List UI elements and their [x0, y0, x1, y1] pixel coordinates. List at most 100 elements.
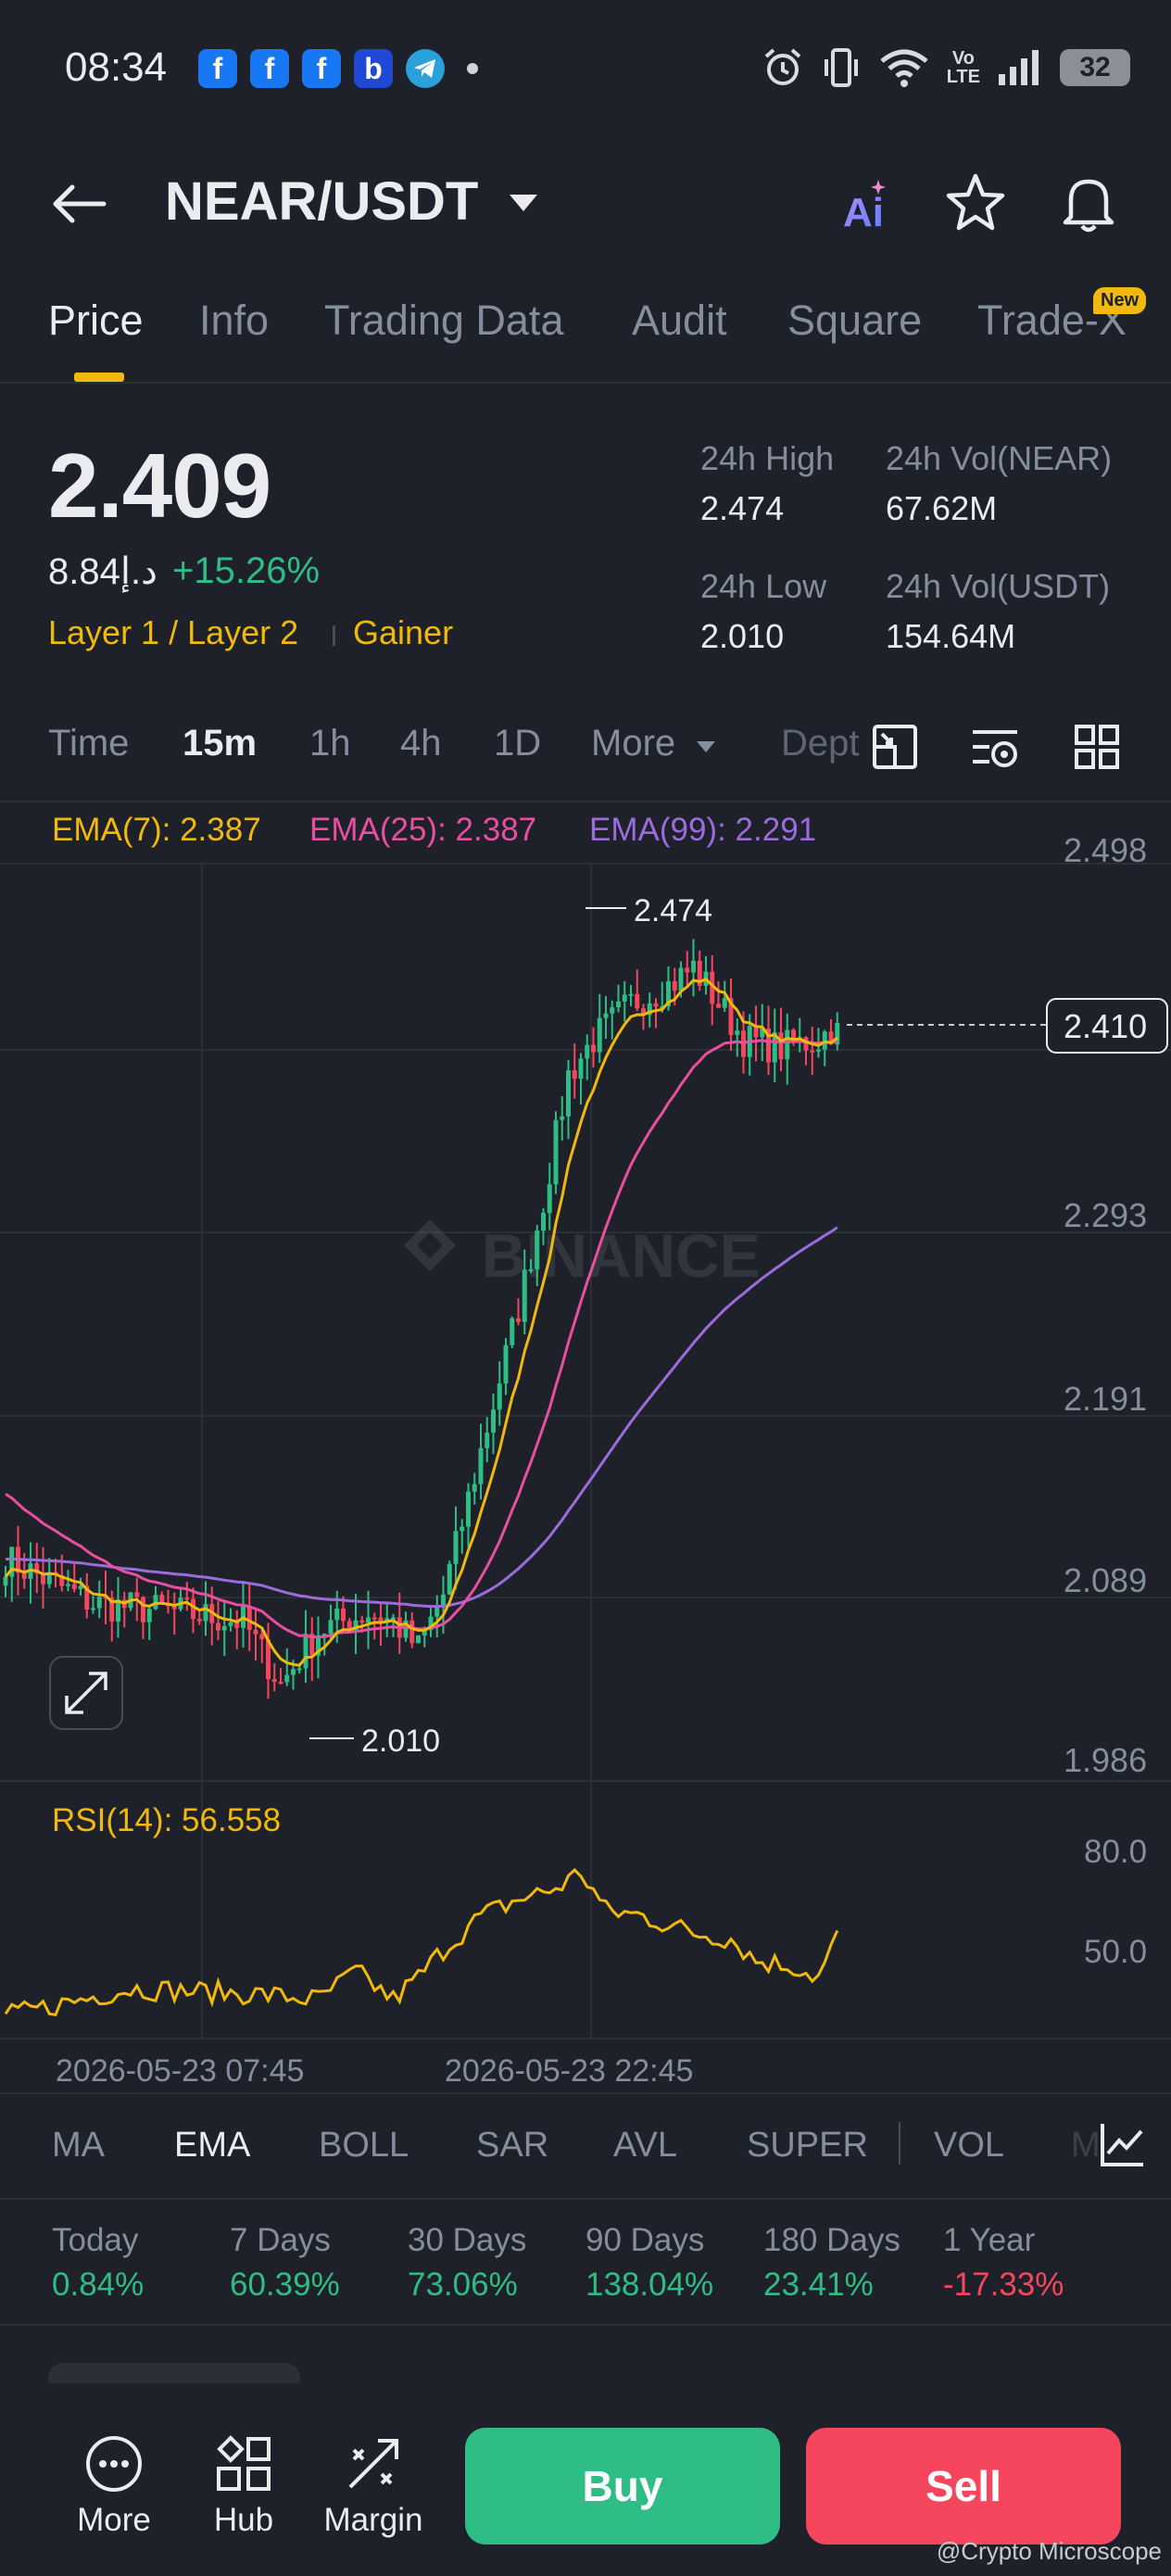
- candle-body: [66, 1584, 70, 1586]
- rsi-line: [4, 1867, 839, 2017]
- pair-title[interactable]: NEAR/USDT: [165, 170, 478, 233]
- perf-label-180d: 180 Days: [763, 2222, 900, 2258]
- more-caret-icon: [697, 741, 715, 752]
- candle-body: [616, 1001, 621, 1008]
- page-tabs: Price Info Trading Data Audit Square Tra…: [0, 287, 1171, 384]
- y-tick-1986: 1.986: [1064, 1741, 1147, 1779]
- interval-1d[interactable]: 1D: [494, 723, 541, 764]
- candle-body: [141, 1597, 145, 1623]
- hub-icon: [217, 2435, 271, 2491]
- candle-body: [547, 1184, 552, 1213]
- vol-base-value: 67.62M: [886, 489, 998, 527]
- candle-body: [635, 993, 640, 1009]
- candle-body: [478, 1447, 484, 1484]
- chevron-down-icon[interactable]: [508, 193, 539, 213]
- tag-gainer[interactable]: Gainer: [353, 613, 453, 652]
- candle-body: [566, 1070, 571, 1117]
- tab-price[interactable]: Price: [48, 297, 144, 345]
- indicator-boll[interactable]: BOLL: [319, 2126, 409, 2166]
- perf-label-90d: 90 Days: [586, 2222, 705, 2258]
- binance-watermark: BINANCE: [404, 1219, 761, 1290]
- candlestick-chart[interactable]: BINANCE 2.474 2.010 2.410 2.498 2.293 2.…: [0, 802, 1171, 2092]
- tab-trading-data[interactable]: Trading Data: [324, 297, 563, 345]
- notification-icons: f f f b: [198, 49, 478, 88]
- interval-more[interactable]: More: [591, 723, 675, 764]
- interval-depth[interactable]: Dept: [781, 723, 860, 764]
- fiat-price: 8.84د.إ: [48, 551, 157, 592]
- margin-button[interactable]: Margin: [322, 2433, 424, 2539]
- low-label: 24h Low: [700, 567, 827, 605]
- buy-button[interactable]: Buy: [465, 2428, 780, 2544]
- indicator-super[interactable]: SUPER: [747, 2126, 868, 2166]
- status-time: 08:34: [65, 44, 168, 90]
- current-price-label: 2.410: [1064, 1007, 1147, 1045]
- candle-body: [71, 1584, 77, 1589]
- y-tick-2498: 2.498: [1064, 831, 1147, 869]
- volte-top: Vo: [951, 48, 975, 69]
- chart-compare-icon[interactable]: [869, 721, 921, 773]
- tag-layer[interactable]: Layer 1 / Layer 2: [48, 613, 298, 652]
- interval-1h[interactable]: 1h: [309, 723, 351, 764]
- chart-settings-icon[interactable]: [969, 721, 1021, 773]
- hub-button[interactable]: Hub: [193, 2433, 295, 2539]
- tab-square[interactable]: Square: [787, 297, 922, 345]
- grid-layout-icon[interactable]: [1071, 721, 1123, 773]
- tab-info[interactable]: Info: [199, 297, 269, 345]
- candle-body: [216, 1623, 220, 1631]
- perf-value-30d: 73.06%: [408, 2267, 518, 2303]
- indicator-ema[interactable]: EMA: [174, 2126, 250, 2166]
- more-label: More: [77, 2502, 151, 2538]
- candle-body: [516, 1318, 521, 1322]
- margin-icon: [348, 2439, 398, 2489]
- candle-body: [735, 1030, 740, 1035]
- rsi-tick-50: 50.0: [1084, 1934, 1147, 1970]
- interval-15m[interactable]: 15m: [183, 723, 257, 764]
- system-icons: Vo LTE 32: [762, 46, 1130, 89]
- favorite-star-icon[interactable]: [943, 170, 1008, 235]
- facebook-icon: f: [198, 49, 237, 88]
- time-label-2: 2026-05-23 22:45: [445, 2053, 693, 2089]
- candle-body: [447, 1563, 452, 1595]
- candle-body: [491, 1409, 496, 1433]
- last-price: 2.409: [48, 435, 271, 537]
- interval-time[interactable]: Time: [48, 723, 129, 764]
- back-arrow-icon[interactable]: [46, 176, 111, 232]
- ai-assistant-icon[interactable]: Ai: [836, 174, 900, 239]
- candle-body: [778, 1032, 784, 1060]
- indicator-settings-icon[interactable]: [1099, 2120, 1147, 2168]
- sell-button[interactable]: Sell: [806, 2428, 1121, 2544]
- battery-icon: 32: [1060, 49, 1130, 86]
- candle-body: [541, 1212, 546, 1231]
- indicator-vol[interactable]: VOL: [934, 2126, 1004, 2166]
- perf-label-1y: 1 Year: [943, 2222, 1036, 2258]
- telegram-icon: [406, 49, 445, 88]
- candle-body: [416, 1635, 421, 1644]
- indicator-sar[interactable]: SAR: [476, 2126, 548, 2166]
- tab-audit[interactable]: Audit: [632, 297, 727, 345]
- credit-watermark: @Crypto Microscope: [936, 2537, 1162, 2565]
- perf-value-180d: 23.41%: [763, 2267, 874, 2303]
- indicator-ma[interactable]: MA: [52, 2126, 105, 2166]
- perf-label-7d: 7 Days: [230, 2222, 331, 2258]
- candle-body: [134, 1592, 140, 1597]
- candle-body: [153, 1595, 158, 1610]
- candle-body: [409, 1620, 415, 1644]
- margin-label: Margin: [323, 2502, 423, 2538]
- indicator-avl[interactable]: AVL: [613, 2126, 677, 2166]
- facebook-icon: f: [250, 49, 289, 88]
- candle-body: [271, 1679, 277, 1683]
- candle-body: [78, 1585, 83, 1589]
- indicator-m[interactable]: M: [1071, 2126, 1101, 2166]
- status-bar: 08:34 f f f b Vo LTE 32: [0, 0, 1171, 139]
- vibrate-icon: [824, 48, 858, 87]
- bell-icon[interactable]: [1056, 170, 1121, 235]
- perf-value-today: 0.84%: [52, 2267, 145, 2303]
- perf-label-30d: 30 Days: [408, 2222, 527, 2258]
- time-label-1: 2026-05-23 07:45: [56, 2053, 304, 2089]
- more-button[interactable]: More: [63, 2433, 165, 2539]
- expand-chart-icon[interactable]: [49, 1656, 123, 1730]
- high-marker: 2.474: [634, 893, 712, 928]
- interval-4h[interactable]: 4h: [400, 723, 442, 764]
- candle-body: [453, 1531, 459, 1564]
- candle-body: [610, 1007, 615, 1014]
